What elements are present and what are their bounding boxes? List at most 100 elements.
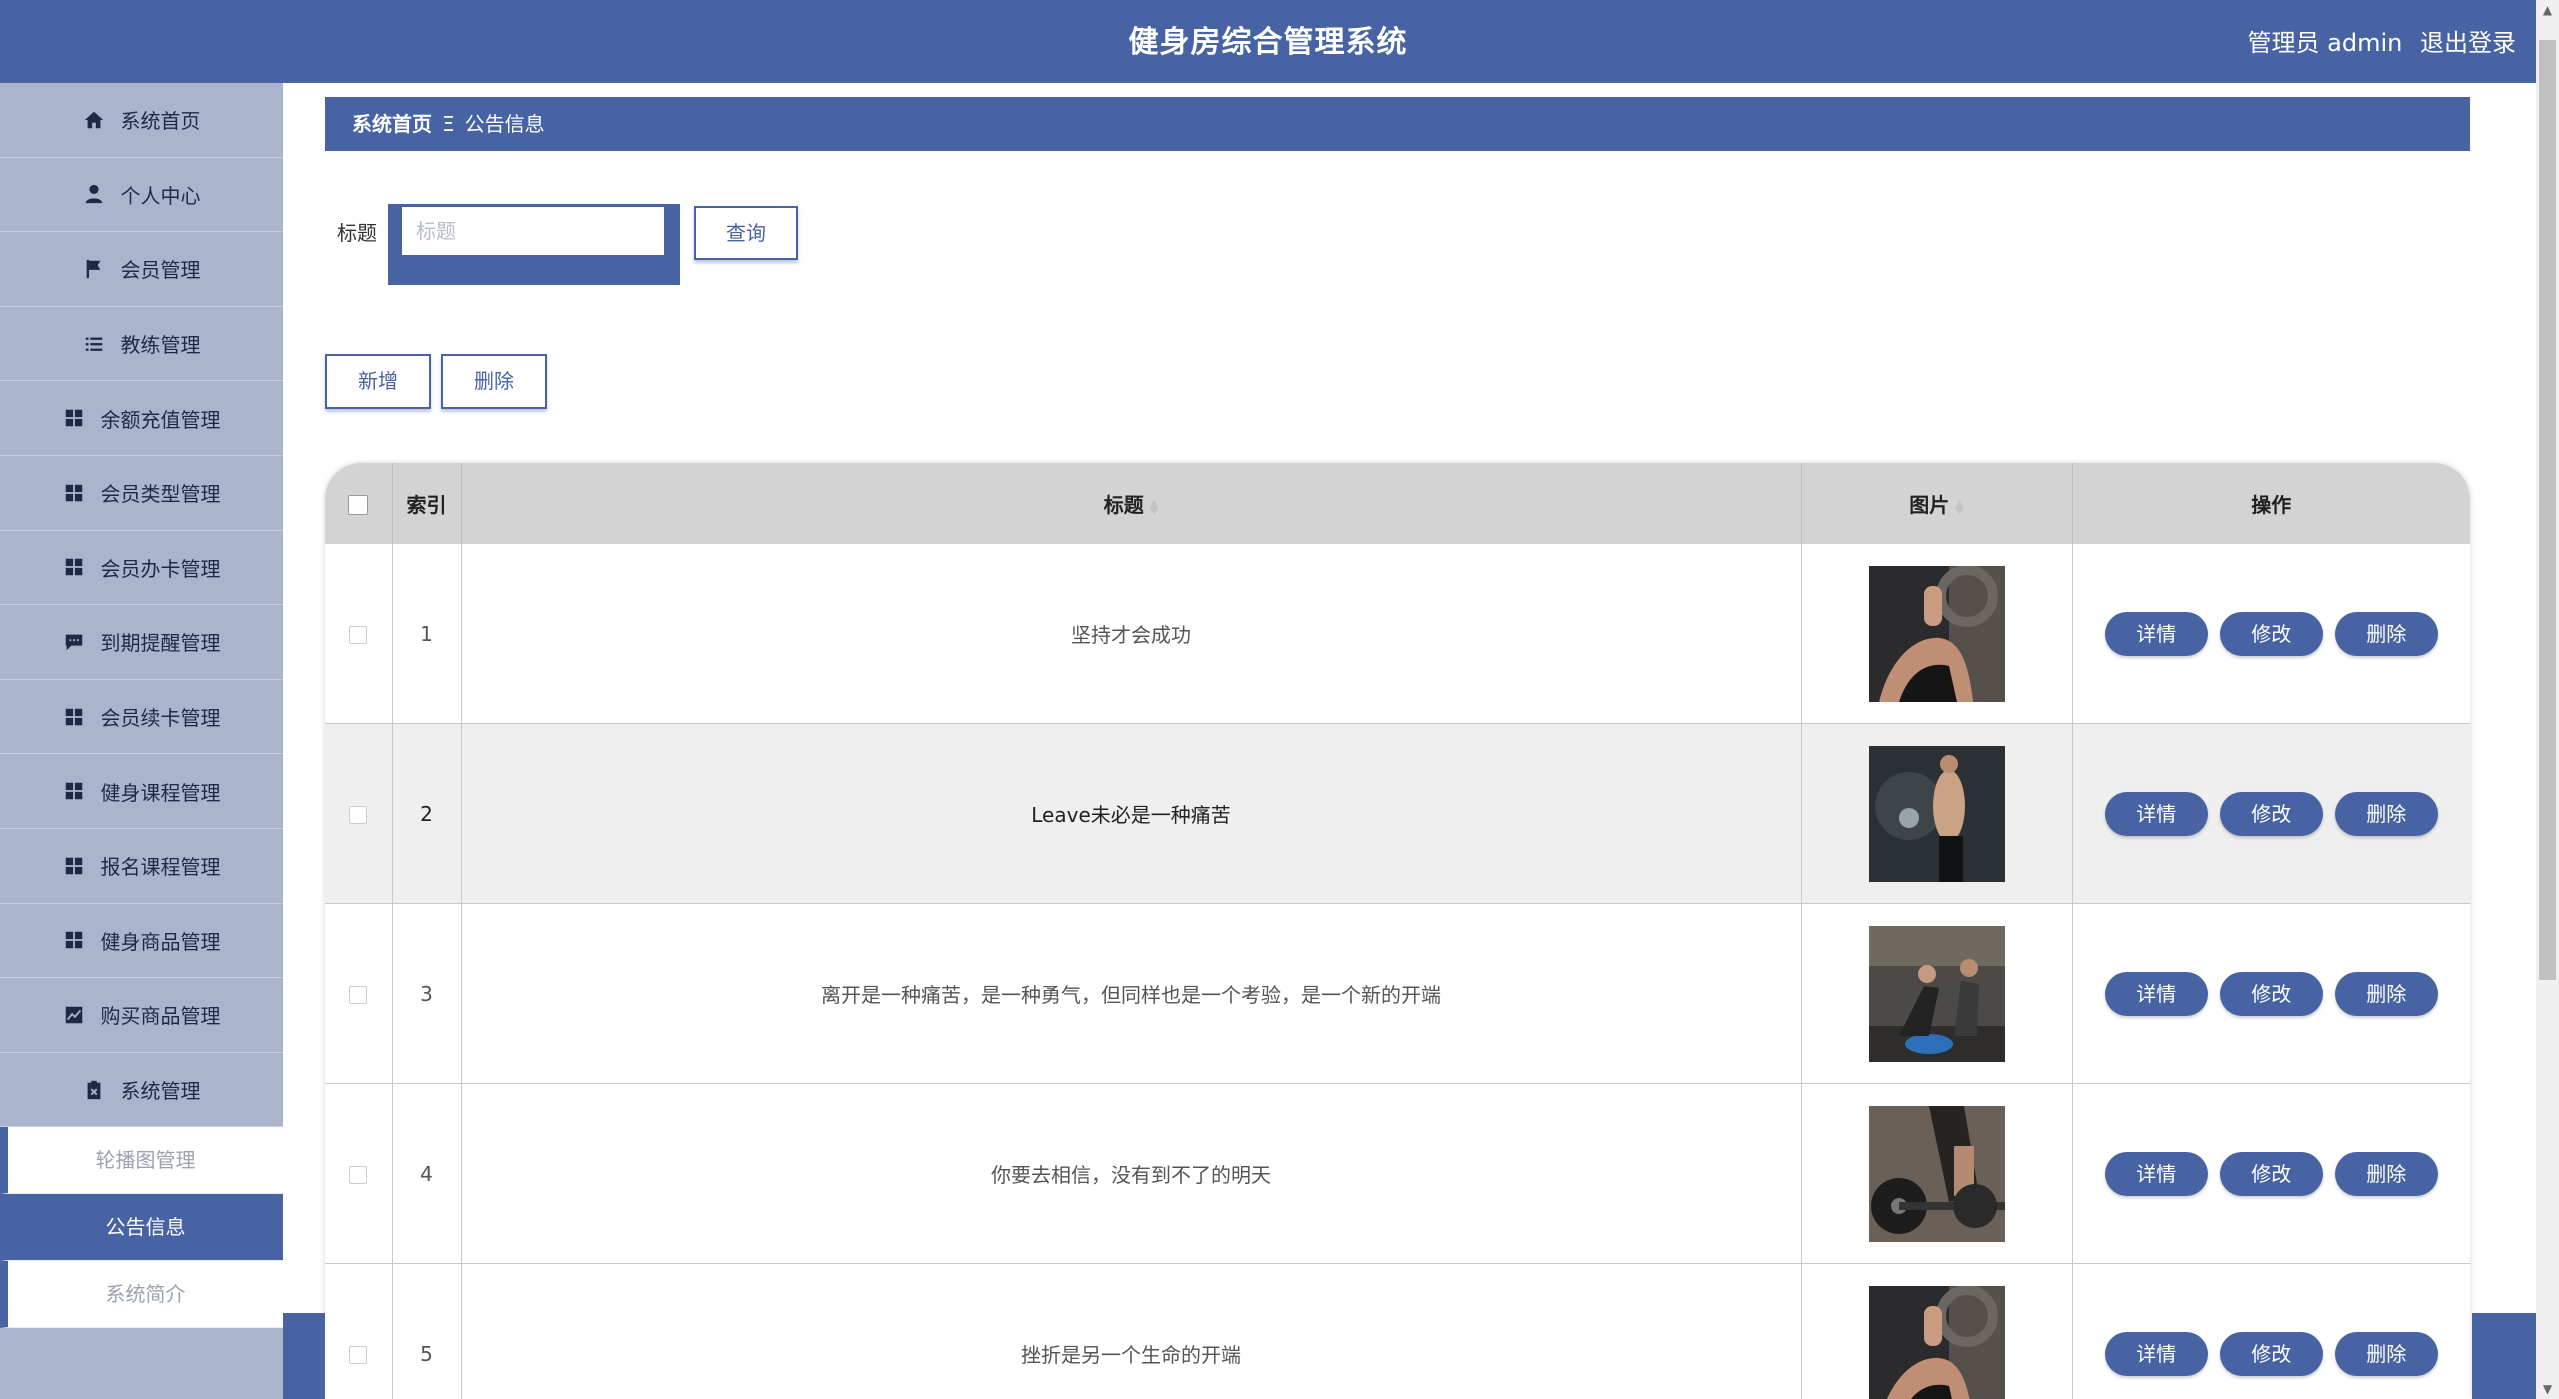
sidebar-item-profile[interactable]: 个人中心 [0, 158, 283, 233]
sidebar-item-home[interactable]: 系统首页 [0, 83, 283, 158]
grid-icon [63, 855, 85, 877]
gym-photo-thumbnail[interactable] [1868, 925, 2005, 1062]
detail-button[interactable]: 详情 [2104, 611, 2208, 656]
delete-button[interactable]: 删除 [2334, 611, 2438, 656]
sidebar-item-label: 余额充值管理 [100, 407, 221, 432]
chart-icon [63, 1004, 85, 1026]
column-header-title[interactable]: 标题 ▲ ▼ [461, 463, 1802, 544]
search-input-frame [388, 204, 680, 285]
sidebar-item-label: 会员管理 [120, 258, 201, 283]
sidebar-item-label: 到期提醒管理 [100, 631, 221, 656]
grid-icon [63, 556, 85, 578]
user-icon [83, 183, 105, 205]
pagination-bar-left [283, 1313, 325, 1399]
detail-button[interactable]: 详情 [2104, 971, 2208, 1016]
sidebar-item-recharge[interactable]: 余额充值管理 [0, 381, 283, 456]
edit-button[interactable]: 修改 [2219, 1151, 2323, 1196]
delete-button[interactable]: 删除 [2334, 971, 2438, 1016]
sidebar-item-label: 系统管理 [120, 1079, 201, 1104]
row-checkbox[interactable] [349, 1166, 368, 1184]
breadcrumb-home[interactable]: 系统首页 [352, 112, 432, 136]
gym-photo-thumbnail[interactable] [1868, 1105, 2005, 1242]
sort-icon[interactable]: ▲ ▼ [1955, 498, 1963, 516]
breadcrumb-separator: Ξ [442, 112, 455, 136]
scrollbar-thumb[interactable] [2539, 40, 2556, 980]
edit-button[interactable]: 修改 [2219, 971, 2323, 1016]
user-area: 管理员 admin 退出登录 [2238, 0, 2516, 83]
breadcrumb-current: 公告信息 [464, 112, 545, 136]
sidebar-item-system[interactable]: 系统管理 [0, 1053, 283, 1128]
column-image-label: 图片 [1909, 493, 1950, 517]
sidebar-item-card-issue[interactable]: 会员办卡管理 [0, 531, 283, 606]
sidebar: 系统首页 个人中心 会员管理 教练管理 余额充值管理 会员类型管理 会员办卡管理… [0, 83, 283, 1399]
row-checkbox[interactable] [349, 626, 368, 644]
scroll-up-icon[interactable]: ▲ [2536, 0, 2559, 20]
row-image-cell [1801, 1263, 2073, 1399]
detail-button[interactable]: 详情 [2104, 791, 2208, 836]
sidebar-item-card-renewal[interactable]: 会员续卡管理 [0, 680, 283, 755]
sidebar-item-products[interactable]: 健身商品管理 [0, 904, 283, 979]
row-ops: 详情 修改 删除 [2072, 1263, 2470, 1399]
logout-link[interactable]: 退出登录 [2420, 29, 2516, 57]
search-title-input[interactable] [402, 207, 664, 255]
list-icon [83, 333, 105, 355]
sidebar-item-course-signup[interactable]: 报名课程管理 [0, 829, 283, 904]
page-scrollbar[interactable]: ▲ ▼ [2536, 0, 2559, 1399]
sidebar-item-label: 报名课程管理 [100, 855, 221, 880]
row-index: 1 [392, 544, 462, 724]
select-all-cell [325, 463, 393, 544]
delete-button[interactable]: 删除 [2334, 1331, 2438, 1376]
column-header-ops: 操作 [2072, 463, 2470, 544]
detail-button[interactable]: 详情 [2104, 1331, 2208, 1376]
column-header-image[interactable]: 图片 ▲ ▼ [1801, 463, 2073, 544]
main-content: 系统首页 Ξ 公告信息 标题 查询 新增 删除 索引 标题 ▲▼ 图片 ▲▼ 操作 [283, 83, 2536, 1399]
table-row: 4 你要去相信，没有到不了的明天 详情 修改 删除 [325, 1083, 2470, 1264]
table-row: 5 挫折是另一个生命的开端 详情 修改 删除 [325, 1263, 2470, 1399]
grid-icon [63, 482, 85, 504]
grid-icon [63, 929, 85, 951]
batch-delete-button[interactable]: 删除 [441, 354, 547, 409]
row-image-cell [1801, 1083, 2073, 1264]
edit-button[interactable]: 修改 [2219, 791, 2323, 836]
row-checkbox[interactable] [349, 1346, 368, 1364]
sidebar-item-label: 健身课程管理 [100, 780, 221, 805]
edit-button[interactable]: 修改 [2219, 611, 2323, 656]
sort-icon[interactable]: ▲ ▼ [1150, 498, 1158, 516]
sidebar-item-expiry-reminder[interactable]: 到期提醒管理 [0, 605, 283, 680]
top-header: 健身房综合管理系统 管理员 admin 退出登录 [0, 0, 2536, 83]
column-title-label: 标题 [1103, 493, 1144, 517]
row-checkbox[interactable] [349, 806, 368, 824]
row-title: Leave未必是一种痛苦 [461, 723, 1802, 904]
table-row: 2 Leave未必是一种痛苦 详情 修改 删除 [325, 723, 2470, 904]
delete-button[interactable]: 删除 [2334, 791, 2438, 836]
edit-button[interactable]: 修改 [2219, 1331, 2323, 1376]
table-row: 1 坚持才会成功 详情 修改 删除 [325, 544, 2470, 724]
row-ops: 详情 修改 删除 [2072, 544, 2470, 724]
sidebar-item-label: 购买商品管理 [100, 1004, 221, 1029]
submenu-item-announcements[interactable]: 公告信息 [0, 1194, 283, 1262]
column-header-index: 索引 [392, 463, 462, 544]
row-index: 3 [392, 903, 462, 1084]
app-title: 健身房综合管理系统 [1128, 25, 1408, 60]
add-button[interactable]: 新增 [325, 354, 431, 409]
row-checkbox[interactable] [349, 986, 368, 1004]
sidebar-item-coaches[interactable]: 教练管理 [0, 307, 283, 382]
sidebar-item-purchases[interactable]: 购买商品管理 [0, 978, 283, 1053]
delete-button[interactable]: 删除 [2334, 1151, 2438, 1196]
sidebar-item-label: 系统首页 [120, 109, 201, 134]
detail-button[interactable]: 详情 [2104, 1151, 2208, 1196]
sidebar-item-courses[interactable]: 健身课程管理 [0, 754, 283, 829]
submenu-item-carousel[interactable]: 轮播图管理 [0, 1127, 283, 1195]
row-title: 离开是一种痛苦，是一种勇气，但同样也是一个考验，是一个新的开端 [461, 903, 1802, 1084]
sidebar-item-member-types[interactable]: 会员类型管理 [0, 456, 283, 531]
scroll-down-icon[interactable]: ▼ [2536, 1379, 2559, 1399]
select-all-checkbox[interactable] [348, 495, 369, 515]
sidebar-item-members[interactable]: 会员管理 [0, 232, 283, 307]
gym-photo-thumbnail[interactable] [1868, 1285, 2005, 1399]
sidebar-item-label: 个人中心 [120, 183, 201, 208]
submenu-item-about[interactable]: 系统简介 [0, 1261, 283, 1329]
home-icon [83, 109, 105, 131]
query-button[interactable]: 查询 [694, 206, 798, 260]
gym-photo-thumbnail[interactable] [1868, 565, 2005, 702]
gym-photo-thumbnail[interactable] [1868, 745, 2005, 882]
